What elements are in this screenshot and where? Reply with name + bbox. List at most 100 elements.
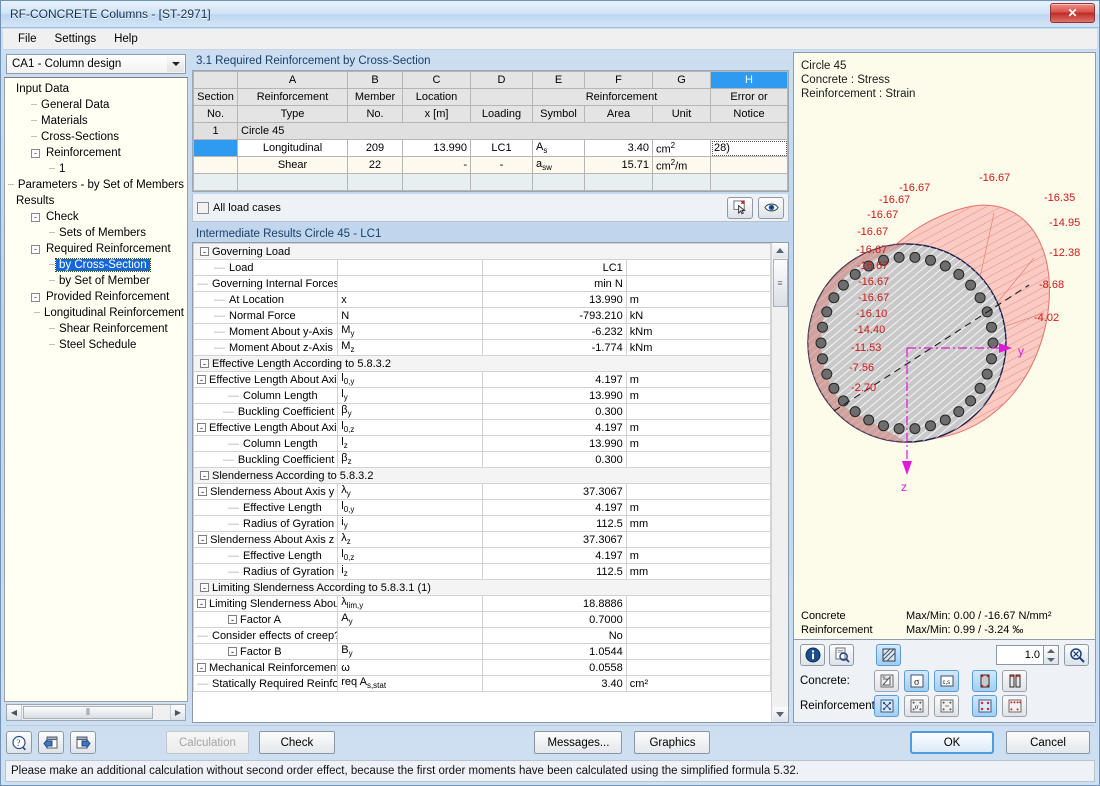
ok-button[interactable]: OK [910, 731, 994, 754]
empty-cell[interactable] [193, 173, 238, 191]
scale-spinner[interactable] [1044, 645, 1059, 665]
cell-area[interactable]: 15.71 [584, 156, 653, 174]
previous-page-button[interactable] [38, 731, 64, 754]
zoom-reset-button[interactable] [1064, 644, 1089, 666]
tree-item-longitudinal-reinforcement[interactable]: ┄ Longitudinal Reinforcement [7, 305, 187, 321]
intermediate-result-row[interactable]: - Factor B By 1.0544 [193, 643, 772, 660]
column-letter-E[interactable]: E [532, 71, 585, 89]
concrete-strain-button[interactable]: ‰ [874, 670, 899, 692]
intermediate-result-row[interactable]: — Column Length lz 13.990 m [193, 435, 772, 452]
menu-file[interactable]: File [9, 31, 46, 47]
intermediate-result-row[interactable]: - Slenderness About Axis y λy 37.3067 [193, 483, 772, 500]
cell-unit[interactable]: cm2 [652, 139, 711, 157]
menu-settings[interactable]: Settings [46, 31, 106, 47]
cell-error-notice[interactable]: 28) [710, 139, 788, 157]
intermediate-result-row[interactable]: - Governing Load [193, 243, 772, 260]
section-group-row[interactable]: 1 Circle 45 [193, 122, 788, 140]
intermediate-results-vertical-scrollbar[interactable]: ≡ [771, 243, 788, 722]
result-collapse-icon[interactable]: - [228, 647, 237, 656]
check-button[interactable]: Check [258, 731, 335, 754]
scroll-right-button[interactable]: ▶ [170, 705, 185, 720]
result-collapse-icon[interactable]: - [197, 599, 206, 608]
scroll-down-button[interactable] [772, 707, 788, 722]
tree-item-check[interactable]: - Check [7, 209, 187, 225]
messages-button[interactable]: Messages... [534, 731, 623, 754]
result-collapse-icon[interactable]: - [197, 375, 206, 384]
result-collapse-icon[interactable]: - [200, 583, 209, 592]
tree-item-input-data[interactable]: Input Data [7, 81, 187, 97]
intermediate-result-row[interactable]: — Load LC1 [193, 259, 772, 276]
cell-loading[interactable]: - [470, 156, 533, 174]
toggle-hatching-button[interactable] [876, 644, 901, 666]
empty-cell[interactable] [402, 173, 471, 191]
column-letter-G[interactable]: G [652, 71, 711, 89]
cell-symbol[interactable]: As [532, 139, 585, 157]
cell-location[interactable]: - [402, 156, 471, 174]
column-letter-B[interactable]: B [347, 71, 403, 89]
cell-loading[interactable]: LC1 [470, 139, 533, 157]
scroll-left-button[interactable]: ◀ [7, 705, 22, 720]
close-button[interactable]: ✕ [1050, 3, 1095, 23]
tree-item-reinforcement[interactable]: - Reinforcement [7, 145, 187, 161]
intermediate-result-row[interactable]: — Effective Length l0,z 4.197 m [193, 547, 772, 564]
concrete-section-front-button[interactable] [972, 670, 997, 692]
result-collapse-icon[interactable]: - [200, 359, 209, 368]
tree-collapse-icon[interactable]: - [31, 292, 40, 302]
reinforcement-3d-view-button[interactable] [1002, 695, 1027, 717]
scroll-up-button[interactable] [772, 243, 788, 258]
select-in-model-button[interactable] [727, 196, 753, 219]
tree-collapse-icon[interactable]: - [31, 244, 40, 254]
intermediate-result-row[interactable]: — Radius of Gyration iz 112.5 mm [193, 563, 772, 580]
result-collapse-icon[interactable]: - [198, 535, 208, 544]
tree-item-results[interactable]: Results [7, 193, 187, 209]
zoom-search-button[interactable] [829, 644, 854, 666]
intermediate-result-row[interactable]: — Column Length ly 13.990 m [193, 387, 772, 404]
navigation-tree[interactable]: Input Data ┄ General Data ┄ Materials ┄ Cross-… [4, 77, 188, 702]
all-load-cases-checkbox[interactable] [197, 201, 209, 214]
help-button[interactable]: ? [6, 731, 32, 754]
concrete-values-button[interactable]: c,s [934, 670, 959, 692]
intermediate-result-row[interactable]: — Moment About y-Axis My -6.232 kNm [193, 323, 772, 340]
tree-collapse-icon[interactable]: - [31, 212, 40, 222]
table-empty-row[interactable] [193, 173, 788, 191]
empty-cell[interactable] [237, 173, 348, 191]
column-letter-C[interactable]: C [402, 71, 471, 89]
tree-item-materials[interactable]: ┄ Materials [7, 113, 187, 129]
column-letter-D[interactable]: D [470, 71, 533, 89]
graphics-button[interactable]: Graphics [634, 731, 711, 754]
cross-section-graphic[interactable]: Circle 45 Concrete : Stress Reinforcemen… [793, 52, 1096, 640]
column-letter-corner[interactable] [193, 71, 238, 89]
cell-member-no[interactable]: 22 [347, 156, 403, 174]
design-case-combobox[interactable]: CA1 - Column design [6, 54, 186, 74]
tree-item-parameters-by-set-of-members[interactable]: ┄ Parameters - by Set of Members [7, 177, 187, 193]
intermediate-result-row[interactable]: — Normal Force N -793.210 kN [193, 307, 772, 324]
result-collapse-icon[interactable]: - [197, 663, 206, 672]
intermediate-result-row[interactable]: — Radius of Gyration iy 112.5 mm [193, 515, 772, 532]
next-page-button[interactable] [70, 731, 96, 754]
scale-decrease-button[interactable] [1044, 655, 1058, 664]
scale-input[interactable]: 1.0 [996, 645, 1044, 665]
cell-reinforcement-type[interactable]: Longitudinal [237, 139, 348, 157]
column-letter-F[interactable]: F [584, 71, 653, 89]
intermediate-result-row[interactable]: -Limiting Slenderness About Axis yλlim,y… [193, 595, 772, 612]
scale-increase-button[interactable] [1044, 646, 1058, 655]
empty-cell[interactable] [584, 173, 653, 191]
reinforcement-values-button[interactable] [934, 695, 959, 717]
intermediate-result-row[interactable]: - Limiting Slenderness According to 5.8.3… [193, 579, 772, 596]
reinforcement-strain-button[interactable] [874, 695, 899, 717]
tree-item-cross-sections[interactable]: ┄ Cross-Sections [7, 129, 187, 145]
cancel-button[interactable]: Cancel [1006, 731, 1090, 754]
cell-reinforcement-type[interactable]: Shear [237, 156, 348, 174]
intermediate-result-row[interactable]: — At Location x 13.990 m [193, 291, 772, 308]
view-mode-button[interactable] [758, 196, 784, 219]
vertical-scroll-thumb[interactable]: ≡ [772, 259, 788, 307]
result-collapse-icon[interactable]: - [200, 471, 209, 480]
tree-collapse-icon[interactable]: - [31, 148, 40, 158]
scroll-thumb[interactable]: ⦀ [23, 706, 153, 719]
table-row[interactable]: Shear 22- - asw 15.71 cm2/m [193, 156, 788, 174]
intermediate-result-row[interactable]: - Slenderness About Axis z λz 37.3067 [193, 531, 772, 548]
empty-cell[interactable] [470, 173, 533, 191]
tree-horizontal-scrollbar[interactable]: ◀ ⦀ ▶ [6, 704, 186, 721]
intermediate-result-row[interactable]: — Moment About z-Axis Mz -1.774 kNm [193, 339, 772, 356]
row-selector[interactable] [193, 139, 238, 157]
